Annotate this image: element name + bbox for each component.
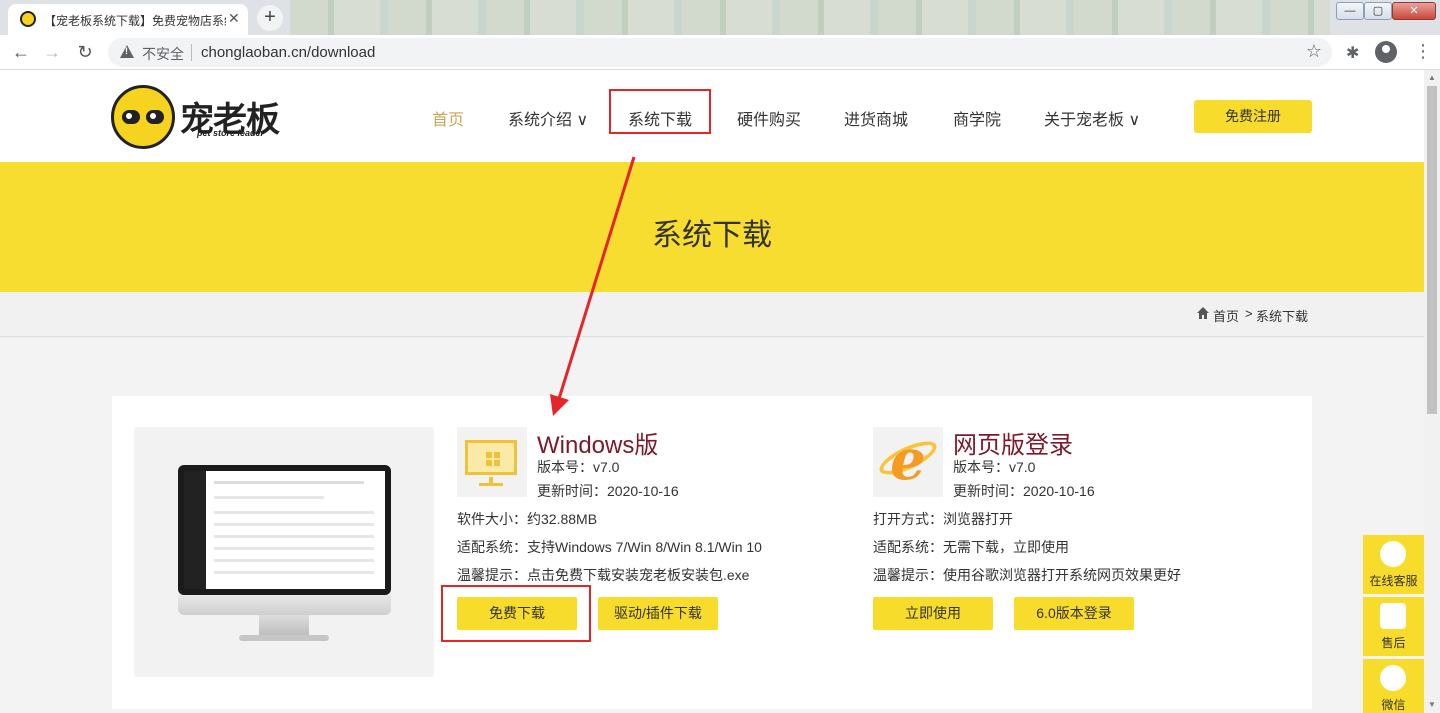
back-icon[interactable]: ← bbox=[9, 41, 33, 65]
nav-about-label: 关于宠老板 bbox=[1044, 112, 1125, 129]
extensions-icon[interactable]: ✱ bbox=[1346, 43, 1362, 62]
page-banner: 系统下载 bbox=[0, 162, 1424, 292]
breadcrumb: 首页 > 系统下载 bbox=[0, 292, 1424, 337]
after-sales-button[interactable]: 售后 bbox=[1363, 597, 1424, 656]
preview-row bbox=[214, 535, 374, 538]
nav-about[interactable]: 关于宠老板 ∨ bbox=[1044, 106, 1140, 130]
use-now-button[interactable]: 立即使用 bbox=[873, 597, 993, 630]
nav-system-intro[interactable]: 系统介绍 ∨ bbox=[508, 106, 588, 130]
web-updated: 更新时间：2020-10-16 bbox=[953, 483, 1095, 499]
address-bar[interactable]: 不安全 chonglaoban.cn/download ☆ bbox=[108, 38, 1332, 67]
preview-sidebar bbox=[184, 471, 206, 589]
web-systems: 适配系统：无需下载，立即使用 bbox=[873, 539, 1069, 555]
warning-icon bbox=[120, 45, 134, 58]
home-icon bbox=[1197, 307, 1209, 319]
scroll-down-arrow-icon[interactable]: ▼ bbox=[1424, 697, 1440, 713]
web-browser-icon: e bbox=[873, 427, 943, 497]
nav-system-intro-label: 系统介绍 bbox=[508, 112, 573, 129]
url-text[interactable]: chonglaoban.cn/download bbox=[201, 44, 375, 61]
logo-subtitle: pet store leader bbox=[197, 128, 265, 138]
preview-row bbox=[214, 481, 364, 484]
scroll-thumb[interactable] bbox=[1427, 86, 1437, 414]
nav-academy[interactable]: 商学院 bbox=[953, 106, 1001, 130]
maximize-button[interactable]: ▢ bbox=[1364, 2, 1392, 20]
logo-eye-right bbox=[146, 110, 164, 124]
windows-version: 版本号：v7.0 bbox=[537, 459, 620, 475]
web-title: 网页版登录 bbox=[953, 432, 1073, 459]
close-tab-icon[interactable]: ✕ bbox=[228, 10, 240, 27]
wechat-icon bbox=[1380, 665, 1406, 691]
driver-download-button[interactable]: 驱动/插件下载 bbox=[598, 597, 718, 630]
logo-icon[interactable] bbox=[111, 85, 175, 149]
page-scrollbar[interactable]: ▲ ▼ bbox=[1424, 70, 1440, 713]
preview-row bbox=[214, 511, 374, 514]
desktop-screen-icon bbox=[465, 440, 517, 475]
desktop-base bbox=[479, 483, 503, 486]
logo-eye-left bbox=[122, 110, 140, 124]
windows-desktop-icon bbox=[457, 427, 527, 497]
register-button[interactable]: 免费注册 bbox=[1194, 100, 1312, 133]
nav-mall[interactable]: 进货商城 bbox=[844, 106, 908, 130]
badge-icon bbox=[1380, 603, 1406, 629]
nav-home[interactable]: 首页 bbox=[432, 106, 464, 130]
profile-icon[interactable] bbox=[1375, 41, 1397, 63]
chevron-down-icon: ∨ bbox=[572, 112, 589, 129]
annotation-highlight-nav bbox=[609, 89, 711, 134]
monitor-icon bbox=[178, 465, 391, 595]
preview-row bbox=[214, 559, 374, 562]
insecure-label[interactable]: 不安全 bbox=[142, 44, 184, 64]
legacy-login-button[interactable]: 6.0版本登录 bbox=[1014, 597, 1134, 630]
web-tip: 温馨提示：使用谷歌浏览器打开系统网页效果更好 bbox=[873, 567, 1181, 583]
web-open-method: 打开方式：浏览器打开 bbox=[873, 511, 1013, 527]
tab-strip: 【宠老板系统下载】免费宠物店系统 ✕ + — ▢ ✕ bbox=[0, 0, 1440, 35]
breadcrumb-separator: > bbox=[1245, 306, 1253, 321]
windows-systems: 适配系统：支持Windows 7/Win 8/Win 8.1/Win 10 bbox=[457, 539, 762, 555]
site-header: 宠老板 pet store leader 首页 系统介绍 ∨ 系统下载 硬件购买… bbox=[0, 70, 1424, 162]
preview-row bbox=[214, 571, 374, 574]
bookmark-star-icon[interactable]: ☆ bbox=[1306, 41, 1322, 62]
window-background bbox=[290, 0, 1330, 35]
download-card: Windows版 版本号：v7.0 更新时间：2020-10-16 软件大小：约… bbox=[112, 396, 1312, 709]
minimize-button[interactable]: — bbox=[1336, 2, 1364, 20]
tab-title: 【宠老板系统下载】免费宠物店系统 bbox=[44, 14, 226, 28]
web-version: 版本号：v7.0 bbox=[953, 459, 1036, 475]
monitor-screen-content bbox=[184, 471, 385, 589]
reload-icon[interactable]: ↻ bbox=[73, 41, 97, 65]
preview-row bbox=[214, 496, 324, 499]
wechat-button[interactable]: 微信 bbox=[1363, 659, 1424, 713]
menu-dots-icon[interactable]: ⋮ bbox=[1414, 41, 1432, 62]
new-tab-button[interactable]: + bbox=[257, 5, 283, 31]
favicon-icon bbox=[20, 11, 36, 27]
ie-logo-icon: e bbox=[890, 427, 926, 493]
page-viewport: 宠老板 pet store leader 首页 系统介绍 ∨ 系统下载 硬件购买… bbox=[0, 70, 1424, 713]
software-preview-image bbox=[134, 427, 434, 677]
browser-tab[interactable]: 【宠老板系统下载】免费宠物店系统 ✕ bbox=[8, 4, 248, 35]
preview-row bbox=[214, 523, 374, 526]
chevron-down-icon: ∨ bbox=[1124, 112, 1141, 129]
breadcrumb-current: 系统下载 bbox=[1256, 309, 1309, 324]
forward-icon[interactable]: → bbox=[40, 41, 64, 65]
windows-tip: 温馨提示：点击免费下载安装宠老板安装包.exe bbox=[457, 567, 750, 583]
online-service-button[interactable]: 在线客服 bbox=[1363, 535, 1424, 594]
online-service-label: 在线客服 bbox=[1369, 574, 1418, 588]
breadcrumb-home[interactable]: 首页 bbox=[1213, 306, 1239, 325]
browser-toolbar: ← → ↻ 不安全 chonglaoban.cn/download ☆ ✱ ⋮ bbox=[0, 35, 1440, 70]
monitor-base bbox=[239, 635, 329, 641]
preview-row bbox=[214, 547, 374, 550]
close-window-button[interactable]: ✕ bbox=[1392, 2, 1436, 20]
windows-size: 软件大小：约32.88MB bbox=[457, 511, 598, 527]
monitor-neck bbox=[259, 615, 309, 637]
windows-updated: 更新时间：2020-10-16 bbox=[537, 483, 679, 499]
wechat-label: 微信 bbox=[1381, 698, 1406, 712]
nav-hardware[interactable]: 硬件购买 bbox=[737, 106, 801, 130]
monitor-chin bbox=[178, 595, 391, 615]
windows-logo-icon bbox=[486, 452, 500, 466]
windows-title: Windows版 bbox=[537, 432, 659, 459]
page-title: 系统下载 bbox=[652, 219, 772, 252]
url-divider bbox=[191, 44, 192, 61]
after-sales-label: 售后 bbox=[1381, 636, 1406, 650]
headset-icon bbox=[1380, 541, 1406, 567]
annotation-highlight-download bbox=[441, 585, 591, 642]
scroll-up-arrow-icon[interactable]: ▲ bbox=[1424, 70, 1440, 86]
